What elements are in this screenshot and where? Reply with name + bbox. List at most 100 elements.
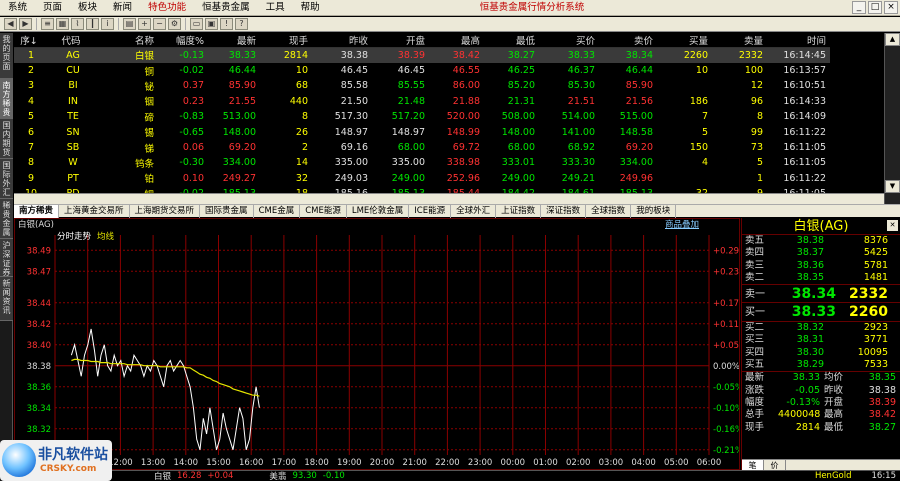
- menu-item-0[interactable]: 系统: [0, 0, 35, 16]
- cell-name: 铟: [144, 97, 154, 109]
- quote-table-body: 1 AG 白银 -0.13 38.33 2814 38.38 38.39 38.42 38.27 3…: [14, 47, 884, 204]
- column-header-1[interactable]: 代码: [48, 33, 98, 48]
- cell-seq: 2: [27, 65, 35, 77]
- stat-label: 开盘: [824, 396, 844, 408]
- line-chart-icon[interactable]: ⌇: [71, 18, 84, 30]
- forward-icon[interactable]: ▶: [19, 18, 32, 30]
- zoom-in-icon[interactable]: +: [138, 18, 151, 30]
- cell-bid: 514.00: [561, 111, 595, 123]
- table-row[interactable]: 9 PT 铂 0.10 249.27 32 249.03 249.00 252.96 249.00…: [14, 171, 884, 186]
- table-row[interactable]: 5 TE 碲 -0.83 513.00 8 517.30 517.20 520.00 508.00…: [14, 109, 884, 124]
- column-header-14[interactable]: 时间: [767, 33, 830, 48]
- sidebar-tab-2[interactable]: 国内期货: [0, 119, 13, 159]
- column-header-5[interactable]: 现手: [260, 33, 312, 48]
- market-tab-1[interactable]: 上海黄金交易所: [59, 204, 130, 218]
- table-row[interactable]: 2 CU 铜 -0.02 46.44 10 46.45 46.45 46.55 46.25 46.3…: [14, 63, 884, 78]
- column-header-7[interactable]: 开盘: [372, 33, 429, 48]
- sidebar-tab-0[interactable]: 我的页面: [0, 33, 13, 79]
- maximize-button[interactable]: □: [868, 1, 882, 14]
- column-header-3[interactable]: 幅度%: [158, 33, 208, 48]
- grid-icon[interactable]: ▦: [56, 18, 69, 30]
- cell-prev: 148.97: [334, 126, 368, 138]
- zoom-out-icon[interactable]: −: [153, 18, 166, 30]
- candle-chart-icon[interactable]: ┃: [86, 18, 99, 30]
- x-tick-label: 21:00: [402, 458, 427, 468]
- minimize-button[interactable]: _: [852, 1, 866, 14]
- help-icon[interactable]: ?: [235, 18, 248, 30]
- menu-item-7[interactable]: 帮助: [293, 0, 328, 16]
- column-header-2[interactable]: 名称: [98, 33, 158, 48]
- column-header-11[interactable]: 卖价: [599, 33, 657, 48]
- table-row[interactable]: 7 SB 锑 0.06 69.20 2 69.16 68.00 69.72 68.00 68.92 6…: [14, 140, 884, 155]
- table-row[interactable]: 6 SN 锡 -0.65 148.00 26 148.97 148.97 148.99 148.0…: [14, 124, 884, 140]
- column-header-12[interactable]: 买量: [657, 33, 712, 48]
- table-row[interactable]: 8 W 钨条 -0.30 334.00 14 335.00 335.00 338.98 333.0…: [14, 155, 884, 170]
- cell-code: PT: [67, 172, 79, 184]
- sidebar-tab-1[interactable]: 南方稀贵: [0, 79, 13, 119]
- sidebar-tab-4[interactable]: 稀贵金属: [0, 199, 13, 239]
- info-icon[interactable]: i: [101, 18, 114, 30]
- x-tick-label: 19:00: [337, 458, 362, 468]
- market-tab-2[interactable]: 上海期货交易所: [130, 204, 201, 218]
- menu-item-5[interactable]: 恒基贵金属: [194, 0, 258, 16]
- sidebar-tab-5[interactable]: 沪深证券: [0, 239, 13, 277]
- alert-icon[interactable]: !: [220, 18, 233, 30]
- sidebar-tab-6[interactable]: 新闻资讯: [0, 277, 13, 321]
- column-header-0[interactable]: 序↓: [14, 33, 48, 48]
- vertical-scrollbar[interactable]: ▲ ▼: [884, 33, 900, 204]
- settings-icon[interactable]: ⚙: [168, 18, 181, 30]
- menu-item-1[interactable]: 页面: [35, 0, 70, 16]
- market-tab-7[interactable]: ICE能源: [409, 204, 452, 218]
- cell-ask: 21.56: [625, 95, 653, 107]
- cell-low: 333.01: [501, 157, 535, 169]
- print-icon[interactable]: ▣: [205, 18, 218, 30]
- close-button[interactable]: ×: [884, 1, 898, 14]
- menu-item-3[interactable]: 新闻: [105, 0, 140, 16]
- market-tab-4[interactable]: CME金属: [254, 204, 301, 218]
- menu-item-2[interactable]: 板块: [70, 0, 105, 16]
- column-header-13[interactable]: 卖量: [712, 33, 767, 48]
- cell-high: 252.96: [446, 172, 480, 184]
- folder-icon[interactable]: ▭: [190, 18, 203, 30]
- horizontal-scrollbar[interactable]: [14, 193, 884, 204]
- close-icon[interactable]: ✕: [887, 220, 898, 231]
- scroll-down-icon[interactable]: ▼: [885, 180, 900, 193]
- market-tab-3[interactable]: 国际贵金属: [200, 204, 254, 218]
- y-tick-label: 38.38: [27, 362, 51, 372]
- back-icon[interactable]: ◀: [4, 18, 17, 30]
- cell-low: 38.27: [484, 47, 539, 63]
- scroll-up-icon[interactable]: ▲: [885, 33, 900, 46]
- overlay-link[interactable]: 商品叠加: [665, 219, 699, 231]
- column-header-4[interactable]: 最新: [208, 33, 260, 48]
- column-header-9[interactable]: 最低: [484, 33, 539, 48]
- market-tab-0[interactable]: 南方稀贵: [14, 204, 60, 218]
- table-row[interactable]: 1 AG 白银 -0.13 38.33 2814 38.38 38.39 38.42 38.27 3…: [14, 47, 884, 63]
- sidebar-tab-3[interactable]: 国际外汇: [0, 159, 13, 199]
- list-icon[interactable]: ≡: [41, 18, 54, 30]
- x-tick-label: 18:00: [304, 458, 329, 468]
- market-tab-8[interactable]: 全球外汇: [451, 204, 497, 218]
- level-label: 卖三: [745, 259, 765, 271]
- menu-item-4[interactable]: 特色功能: [140, 0, 194, 16]
- y-tick-label-right: -0.16%: [713, 425, 739, 435]
- column-header-8[interactable]: 最高: [429, 33, 484, 48]
- table-row[interactable]: 3 BI 铋 0.37 85.90 68 85.58 85.55 86.00 85.20 85.30…: [14, 78, 884, 93]
- market-tab-12[interactable]: 我的板块: [631, 204, 677, 218]
- order-level-row: 卖四 38.37 5425: [742, 247, 900, 259]
- column-header-10[interactable]: 买价: [539, 33, 599, 48]
- news-icon[interactable]: ▤: [123, 18, 136, 30]
- market-tab-9[interactable]: 上证指数: [496, 204, 542, 218]
- market-tab-10[interactable]: 深证指数: [541, 204, 587, 218]
- cell-time: 16:14:33: [783, 95, 826, 107]
- x-tick-label: 16:00: [239, 458, 264, 468]
- market-tab-5[interactable]: CME能源: [300, 204, 347, 218]
- x-tick-label: 04:00: [631, 458, 656, 468]
- market-tab-6[interactable]: LME伦敦金属: [347, 204, 410, 218]
- column-header-6[interactable]: 昨收: [312, 33, 372, 48]
- menu-item-6[interactable]: 工具: [258, 0, 293, 16]
- table-row[interactable]: 4 IN 铟 0.23 21.55 440 21.50 21.48 21.88 21.31 21.5…: [14, 94, 884, 109]
- cell-code: TE: [67, 111, 79, 123]
- market-tab-11[interactable]: 全球指数: [586, 204, 632, 218]
- cell-ask: 38.34: [599, 47, 657, 63]
- y-tick-label-right: +0.23%: [713, 267, 739, 277]
